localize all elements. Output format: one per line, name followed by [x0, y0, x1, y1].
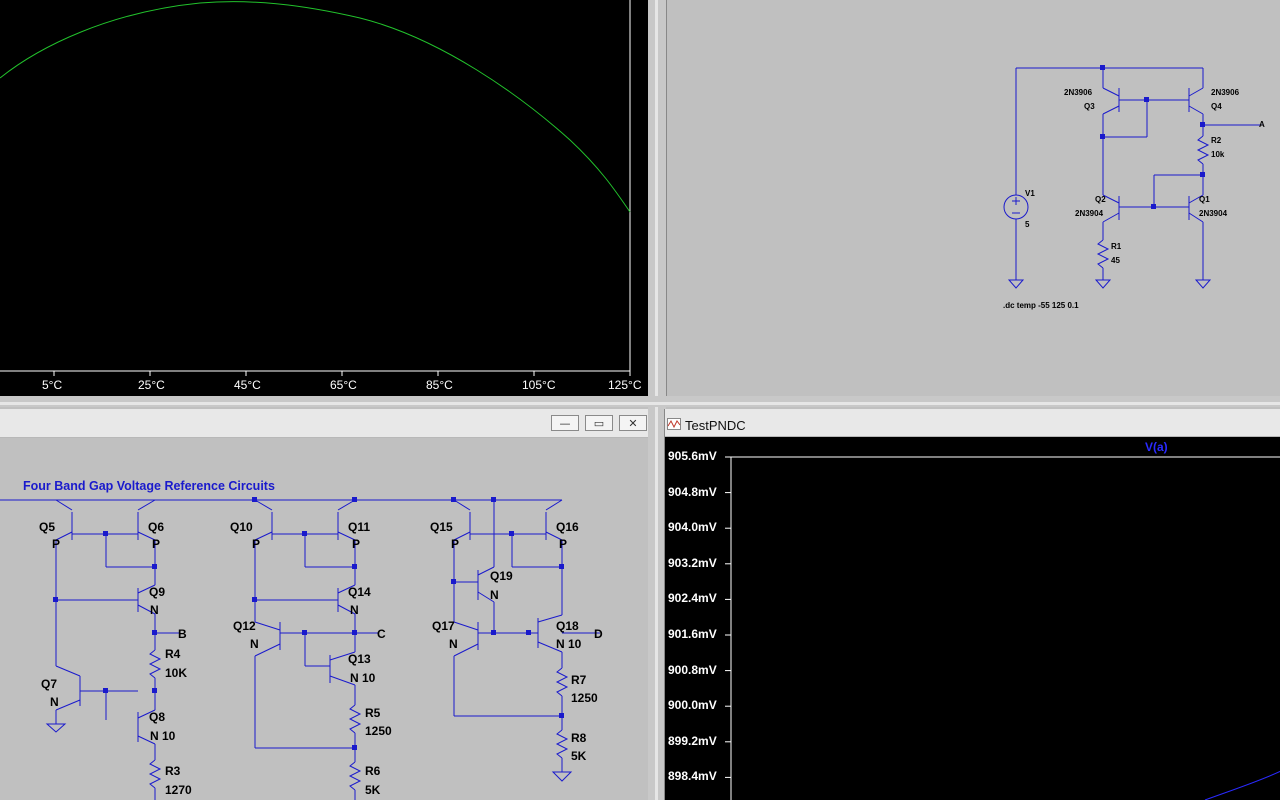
v1-value: 5 — [1025, 220, 1030, 229]
bandgap-wires — [0, 499, 600, 800]
q19-label: Q19 — [490, 569, 513, 583]
q4-model-label: 2N3906 — [1211, 88, 1240, 97]
q8-label: Q8 — [149, 710, 165, 724]
q12-label: Q12 — [233, 619, 256, 633]
q3-label: Q3 — [1084, 102, 1095, 111]
r8-value: 5K — [571, 749, 587, 763]
q2-label: Q2 — [1095, 195, 1106, 204]
plot-axes — [725, 456, 1280, 800]
r6-value: 5K — [365, 783, 381, 797]
q4-label: Q4 — [1211, 102, 1222, 111]
q13-label: Q13 — [348, 652, 371, 666]
q19-type: N — [490, 588, 499, 602]
q13-type: N 10 — [350, 671, 376, 685]
q10-type: P — [252, 537, 260, 551]
q5-type: P — [52, 537, 60, 551]
bandgap-schematic[interactable]: Q5 P Q6 P Q9 N B R4 10K Q7 N Q8 N 10 R3 … — [0, 0, 648, 800]
q16-type: P — [559, 537, 567, 551]
r4-label: R4 — [165, 647, 181, 661]
q12-type: N — [250, 637, 259, 651]
r7-value: 1250 — [571, 691, 598, 705]
q1-model-label: 2N3904 — [1199, 209, 1228, 218]
schematic-wires — [1003, 67, 1263, 289]
r5-value: 1250 — [365, 724, 392, 738]
q10-label: Q10 — [230, 520, 253, 534]
q11-type: P — [352, 537, 360, 551]
q6-label: Q6 — [148, 520, 164, 534]
plot-canvas[interactable]: V(a) 905.6mV 904.8mV 904.0mV 903.2mV 902.4mV… — [665, 437, 1280, 800]
q11-label: Q11 — [348, 520, 370, 534]
r8-label: R8 — [571, 731, 587, 745]
r5-label: R5 — [365, 706, 381, 720]
q17-type: N — [449, 637, 458, 651]
q2-model-label: 2N3904 — [1075, 209, 1104, 218]
plot-window-titlebar[interactable]: TestPNDC — [665, 409, 1280, 437]
q9-type: N — [150, 603, 159, 617]
r1-value: 45 — [1111, 256, 1120, 265]
q14-label: Q14 — [348, 585, 371, 599]
bandgap-junctions — [53, 497, 564, 750]
top-right-schematic-pane[interactable]: 2N3906 Q3 2N3906 Q4 R2 10k A V1 5 Q2 2N3… — [666, 0, 1280, 396]
y-tick-marks — [725, 456, 731, 778]
q6-type: P — [152, 537, 160, 551]
plot-window[interactable]: TestPNDC V(a) 905.6mV 904.8mV 904.0mV 903.2… — [664, 409, 1280, 800]
q9-label: Q9 — [149, 585, 165, 599]
r2-value: 10k — [1211, 150, 1225, 159]
r3-value: 1270 — [165, 783, 192, 797]
q16-label: Q16 — [556, 520, 579, 534]
waveform-icon — [667, 418, 681, 430]
v-a-trace — [1204, 770, 1280, 800]
q8-type: N 10 — [150, 729, 176, 743]
r7-label: R7 — [571, 673, 587, 687]
r6-label: R6 — [365, 764, 381, 778]
v1-label: V1 — [1025, 189, 1035, 198]
r1-label: R1 — [1111, 242, 1122, 251]
q15-type: P — [451, 537, 459, 551]
node-a-label: A — [1259, 120, 1265, 129]
q7-type: N — [50, 695, 59, 709]
r3-label: R3 — [165, 764, 181, 778]
r2-label: R2 — [1211, 136, 1222, 145]
q18-label: Q18 — [556, 619, 579, 633]
node-c-label: C — [377, 627, 386, 641]
node-d-label: D — [594, 627, 603, 641]
vertical-splitter-top[interactable] — [648, 0, 668, 400]
q15-label: Q15 — [430, 520, 453, 534]
q5-label: Q5 — [39, 520, 55, 534]
r4-value: 10K — [165, 666, 187, 680]
q7-label: Q7 — [41, 677, 57, 691]
q14-type: N — [350, 603, 359, 617]
spice-directive[interactable]: .dc temp -55 125 0.1 — [1003, 301, 1079, 310]
vertical-splitter-bottom-line — [655, 407, 658, 800]
plot-window-title: TestPNDC — [685, 418, 746, 433]
q3-model-label: 2N3906 — [1064, 88, 1093, 97]
q17-label: Q17 — [432, 619, 455, 633]
node-b-label: B — [178, 627, 187, 641]
q18-type: N 10 — [556, 637, 582, 651]
q1-label: Q1 — [1199, 195, 1210, 204]
